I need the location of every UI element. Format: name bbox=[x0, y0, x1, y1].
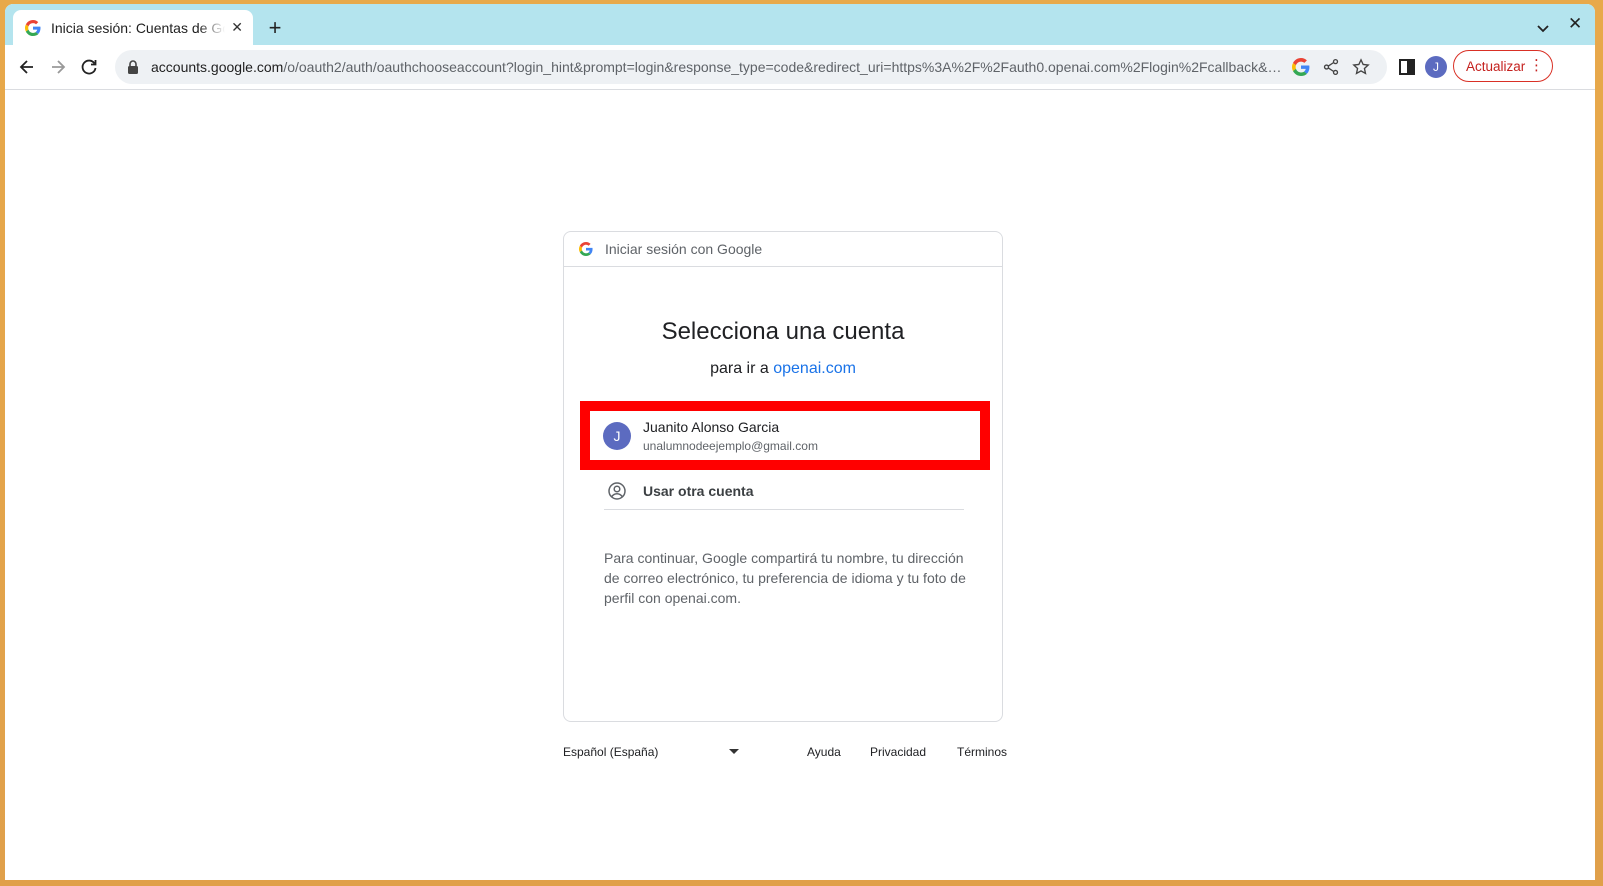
account-item[interactable]: J Juanito Alonso Garcia unalumnodeejempl… bbox=[590, 411, 980, 460]
google-lens-icon[interactable] bbox=[1292, 58, 1310, 76]
tab-active[interactable]: Inicia sesión: Cuentas de Google ✕ bbox=[13, 10, 253, 45]
footer: Español (España) Ayuda Privacidad Términ… bbox=[563, 745, 1007, 769]
account-name: Juanito Alonso Garcia bbox=[643, 418, 780, 435]
terms-link[interactable]: Términos bbox=[957, 745, 1007, 759]
account-avatar: J bbox=[603, 421, 631, 450]
google-g-icon bbox=[25, 19, 41, 36]
back-arrow-icon[interactable] bbox=[17, 57, 37, 77]
help-link[interactable]: Ayuda bbox=[807, 745, 841, 759]
forward-arrow-icon[interactable] bbox=[48, 57, 68, 77]
more-menu-icon[interactable]: ⋮ bbox=[1529, 56, 1544, 76]
profile-avatar[interactable]: J bbox=[1425, 56, 1447, 78]
subtitle-prefix: para ir a bbox=[710, 360, 769, 377]
account-email: unalumnodeejemplo@gmail.com bbox=[643, 438, 818, 453]
account-chooser-card: Iniciar sesión con Google Selecciona una… bbox=[563, 231, 1003, 722]
tab-title: Inicia sesión: Cuentas de Google bbox=[51, 19, 225, 36]
tab-strip: Inicia sesión: Cuentas de Google ✕ + ✕ bbox=[5, 4, 1595, 45]
star-icon[interactable] bbox=[1352, 58, 1370, 76]
dropdown-arrow-icon bbox=[729, 749, 739, 754]
page-title: Selecciona una cuenta bbox=[661, 318, 905, 345]
privacy-link[interactable]: Privacidad bbox=[870, 745, 926, 759]
account-info: Juanito Alonso Garcia unalumnodeejemplo@… bbox=[643, 419, 818, 453]
page-subtitle: para ir a openai.com bbox=[564, 360, 1002, 378]
page-content: Iniciar sesión con Google Selecciona una… bbox=[5, 90, 1595, 880]
window-close-icon[interactable]: ✕ bbox=[1568, 14, 1582, 34]
lock-icon[interactable] bbox=[127, 60, 139, 74]
openai-link[interactable]: openai.com bbox=[773, 360, 856, 377]
browser-window: Inicia sesión: Cuentas de Google ✕ + ✕ a… bbox=[5, 4, 1595, 880]
consent-text: Para continuar, Google compartirá tu nom… bbox=[604, 550, 966, 606]
google-g-icon bbox=[579, 242, 593, 256]
reload-icon[interactable] bbox=[79, 57, 99, 77]
language-label: Español (España) bbox=[563, 745, 659, 759]
update-button[interactable]: Actualizar ⋮ bbox=[1453, 50, 1553, 82]
use-other-account-button[interactable]: Usar otra cuenta bbox=[604, 473, 964, 510]
url-text[interactable]: accounts.google.com/o/oauth2/auth/oauthc… bbox=[151, 59, 1286, 75]
card-header: Iniciar sesión con Google bbox=[564, 232, 1002, 267]
side-panel-icon[interactable] bbox=[1398, 58, 1416, 76]
tab-close-icon[interactable]: ✕ bbox=[231, 19, 243, 36]
account-circle-icon bbox=[608, 482, 626, 500]
use-other-account-label: Usar otra cuenta bbox=[643, 483, 754, 499]
chevron-down-icon[interactable] bbox=[1533, 18, 1553, 38]
card-header-text: Iniciar sesión con Google bbox=[605, 241, 763, 257]
new-tab-button[interactable]: + bbox=[263, 15, 287, 40]
language-select[interactable]: Español (España) bbox=[563, 745, 743, 759]
update-label: Actualizar bbox=[1466, 58, 1526, 74]
address-bar[interactable]: accounts.google.com/o/oauth2/auth/oauthc… bbox=[115, 50, 1387, 84]
share-icon[interactable] bbox=[1322, 58, 1340, 76]
browser-toolbar: accounts.google.com/o/oauth2/auth/oauthc… bbox=[5, 45, 1595, 90]
